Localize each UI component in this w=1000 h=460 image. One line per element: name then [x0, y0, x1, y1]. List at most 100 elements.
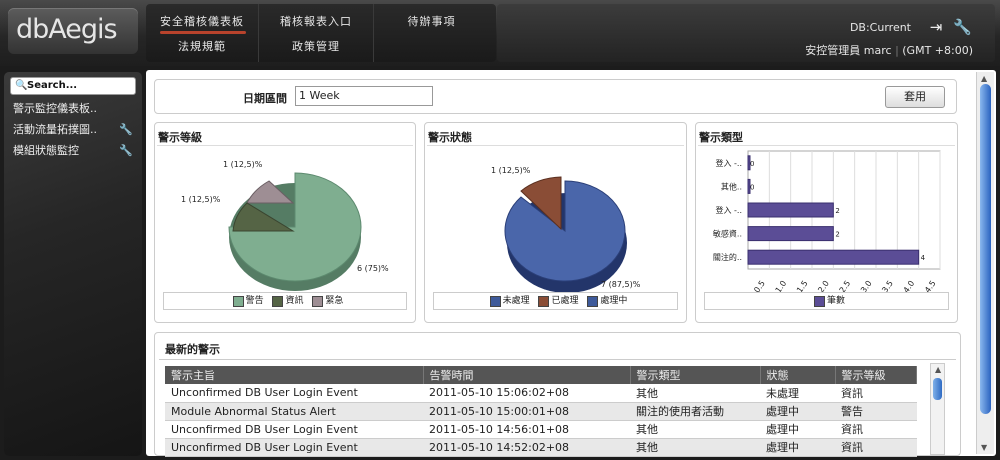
bar-value-label: 2: [835, 231, 839, 239]
page-scrollbar[interactable]: ▲ ▼: [976, 72, 994, 454]
page-scrollbar-thumb[interactable]: [980, 84, 991, 414]
table-row[interactable]: Unconfirmed DB User Login Event 2011-05-1…: [165, 384, 917, 403]
sidebar-item-traffic-topology[interactable]: 活動流量拓撲圖.. 🔧: [13, 121, 135, 139]
latest-alerts-title: 最新的警示: [165, 343, 220, 356]
table-cell: Module Abnormal Status Alert: [165, 402, 423, 421]
pie-label-info: 1 (12,5)%: [181, 195, 221, 204]
category-labels: 登入 -.. 其他.. 登入 -.. 敏感資.. 關注的..: [713, 158, 742, 262]
nav-todo[interactable]: 待辦事項: [374, 13, 489, 29]
panel-title: 警示類型: [699, 131, 743, 144]
pie-label-processed: 1 (12,5)%: [491, 166, 531, 175]
legend-swatch: [312, 295, 324, 307]
date-range-label: 日期區間: [243, 92, 287, 105]
scroll-up-icon[interactable]: ▲: [935, 365, 941, 374]
alert-level-panel: 警示等級 1 (12,5)% 1 (12,5)% 6 (75)% 警告 資訊 緊…: [154, 122, 416, 323]
nav-security-dashboard[interactable]: 安全稽核儀表板: [146, 13, 258, 29]
wrench-icon[interactable]: 🔧: [119, 142, 133, 160]
table-cell: 其他: [630, 420, 760, 439]
col-alert-time[interactable]: 告警時間: [423, 366, 631, 384]
bar-value-label: 2: [835, 207, 839, 215]
scrollbar-thumb[interactable]: [933, 378, 942, 400]
category-label: 關注的..: [713, 252, 742, 262]
legend-label: 已處理: [551, 296, 579, 306]
date-range-input[interactable]: 1 Week: [295, 86, 433, 106]
wrench-icon[interactable]: 🔧: [953, 18, 972, 36]
legend-label: 處理中: [600, 296, 628, 306]
nav-regulations[interactable]: 法規規範: [146, 38, 258, 54]
alert-level-pie-chart: 1 (12,5)% 1 (12,5)% 6 (75)%: [181, 160, 389, 291]
legend-label: 筆數: [826, 296, 845, 306]
top-header: dbAegis 安全稽核儀表板 法規規範 稽核報表入口 政策管理 待辦事項 DB…: [0, 0, 1000, 66]
legend-swatch: [232, 295, 244, 307]
search-icon: 🔍: [15, 80, 28, 91]
table-cell: 資訊: [835, 384, 917, 403]
legend-label: 緊急: [325, 296, 344, 306]
table-cell: 2011-05-10 15:06:02+08: [423, 384, 630, 403]
table-row[interactable]: Module Abnormal Status Alert 2011-05-10 1…: [165, 402, 917, 421]
panel-divider: [159, 359, 956, 360]
latest-alerts-panel: 最新的警示 警示主旨 告警時間 警示類型 狀態 警示等級 Unconfirmed…: [154, 332, 961, 457]
sidebar-item-label: 模組狀態監控: [13, 144, 79, 157]
legend-swatch: [587, 295, 599, 307]
sidebar-item-label: 活動流量拓撲圖..: [13, 123, 97, 136]
table-cell: 警告: [835, 402, 917, 421]
bar: [747, 226, 834, 242]
table-cell: 其他: [630, 438, 760, 457]
table-row[interactable]: Unconfirmed DB User Login Event 2011-05-1…: [165, 438, 917, 457]
logo-text: dbAegis: [16, 14, 118, 45]
col-alert-level[interactable]: 警示等級: [835, 366, 917, 384]
table-scrollbar[interactable]: ▲: [930, 363, 945, 455]
table-row[interactable]: Unconfirmed DB User Login Event 2011-05-1…: [165, 420, 917, 439]
panel-title: 警示狀態: [428, 131, 472, 144]
category-label: 登入 -..: [715, 158, 742, 168]
timezone: (GMT +8:00): [902, 44, 973, 57]
alert-type-panel: 警示類型 00224 登入 -.. 其他.. 登入 -.. 敏感資.. 關注的.. 0.…: [695, 122, 958, 323]
table-cell: 處理中: [760, 438, 835, 457]
wrench-icon[interactable]: 🔧: [119, 121, 133, 139]
bar: [747, 249, 920, 265]
chart-legend: 未處理 已處理 處理中: [433, 292, 678, 310]
nav-policy-management[interactable]: 政策管理: [259, 38, 373, 54]
table-cell: Unconfirmed DB User Login Event: [165, 384, 423, 403]
nav-audit-reports[interactable]: 稽核報表入口: [259, 13, 373, 29]
col-status[interactable]: 狀態: [760, 366, 836, 384]
col-alert-type[interactable]: 警示類型: [630, 366, 761, 384]
sidebar-item-module-status[interactable]: 模組狀態監控 🔧: [13, 142, 135, 160]
col-subject[interactable]: 警示主旨: [165, 366, 424, 384]
sidebar-search-input[interactable]: 🔍 Search...: [10, 77, 136, 95]
date-filter-bar: 日期區間 1 Week 套用: [154, 79, 957, 114]
legend-swatch: [489, 295, 501, 307]
legend-label: 資訊: [285, 296, 304, 306]
table-cell: 其他: [630, 384, 760, 403]
bar-value-label: 4: [921, 254, 926, 262]
table-cell: Unconfirmed DB User Login Event: [165, 420, 423, 439]
chart-legend: 警告 資訊 緊急: [163, 292, 407, 310]
alerts-table: 警示主旨 告警時間 警示類型 狀態 警示等級 Unconfirmed DB Us…: [165, 366, 917, 457]
apply-button[interactable]: 套用: [885, 86, 945, 108]
sidebar-item-label: 警示監控儀表板..: [13, 102, 97, 115]
user-name: 安控管理員 marc: [805, 44, 892, 57]
legend-swatch: [813, 295, 825, 307]
logout-icon[interactable]: ⇥: [927, 18, 945, 36]
sidebar-item-alert-dashboard[interactable]: 警示監控儀表板..: [13, 100, 135, 118]
user-info: 安控管理員 marc | (GMT +8:00): [805, 44, 973, 57]
alerts-table-body: Unconfirmed DB User Login Event 2011-05-1…: [165, 384, 917, 457]
legend-label: 未處理: [502, 296, 530, 306]
scroll-down-icon[interactable]: ▼: [981, 443, 987, 452]
table-cell: 關注的使用者活動: [630, 402, 760, 421]
dbaegis-logo[interactable]: dbAegis: [8, 8, 138, 54]
table-cell: 資訊: [835, 420, 917, 439]
table-cell: Unconfirmed DB User Login Event: [165, 438, 423, 457]
user-panel: DB:Current ⇥ 🔧 安控管理員 marc | (GMT +8:00): [497, 4, 995, 62]
panel-title: 警示等級: [158, 131, 202, 144]
table-cell: 未處理: [760, 384, 835, 403]
alert-status-pie-chart: 1 (12,5)% 7 (87,5)%: [491, 166, 641, 293]
pie-label-processing: 7 (87,5)%: [601, 280, 641, 289]
bar-value-label: 0: [750, 160, 754, 168]
legend-swatch: [272, 295, 284, 307]
db-current-label: DB:Current: [849, 21, 911, 34]
table-header-row: 警示主旨 告警時間 警示類型 狀態 警示等級: [165, 366, 917, 384]
scroll-up-icon[interactable]: ▲: [981, 74, 987, 83]
main-content: 日期區間 1 Week 套用 警示等級 1 (12,5)% 1 (12,5)% …: [146, 70, 996, 457]
search-placeholder: Search...: [27, 80, 78, 91]
